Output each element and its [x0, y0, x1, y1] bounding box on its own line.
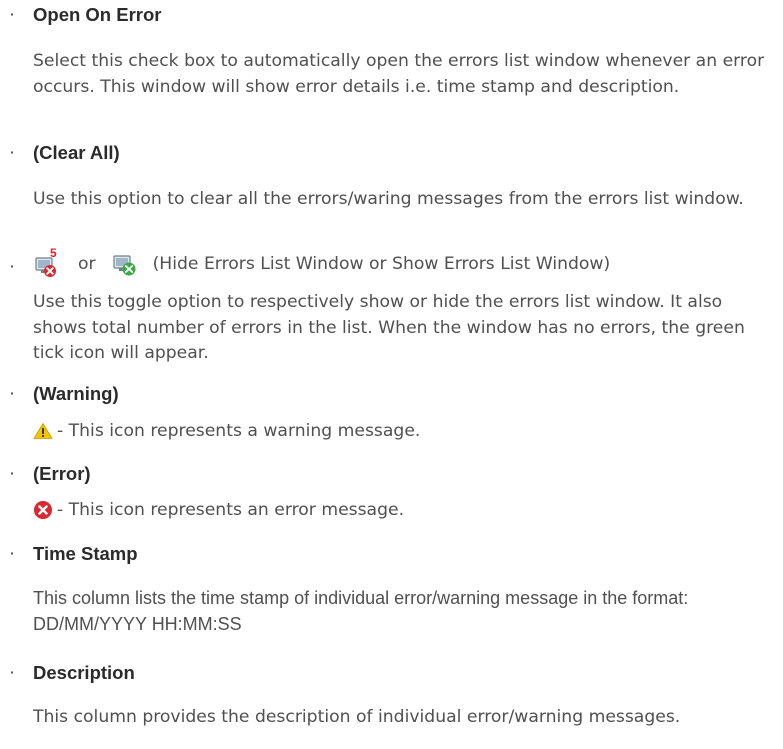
error-icon	[34, 501, 52, 519]
item-heading-open-on-error: Open On Error	[33, 4, 162, 25]
item-body-description: This column provides the description of …	[33, 707, 681, 727]
item-body-toggle: Use this toggle option to respectively s…	[33, 292, 745, 363]
bullet: ·	[9, 663, 15, 682]
toggle-icons-line: 5 or (Hide Errors List Window or Show Er…	[33, 246, 611, 280]
bullet: ·	[9, 544, 15, 563]
item-body-time-stamp: This column lists the time stamp of indi…	[33, 588, 689, 634]
error-description: - This icon represents an error message.	[57, 500, 405, 520]
bullet: ·	[9, 5, 15, 24]
item-body-open-on-error: Select this check box to automatically o…	[33, 51, 765, 97]
help-page: · Open On Error Select this check box to…	[0, 0, 783, 749]
warning-icon	[33, 423, 53, 439]
toggle-label: (Hide Errors List Window or Show Errors …	[152, 254, 611, 274]
warning-line: - This icon represents a warning message…	[33, 418, 420, 444]
bullet: ·	[9, 143, 15, 162]
bullet: ·	[9, 384, 15, 403]
item-heading-description: Description	[33, 662, 135, 683]
or-text: or	[78, 254, 96, 274]
item-heading-time-stamp: Time Stamp	[33, 543, 138, 564]
errors-list-no-errors-icon	[112, 251, 138, 277]
error-count-badge: 5	[50, 246, 57, 260]
item-heading-clear-all: (Clear All)	[33, 142, 120, 163]
bullet: ·	[9, 464, 15, 483]
item-body-clear-all: Use this option to clear all the errors/…	[33, 189, 744, 209]
errors-list-with-count-icon: 5	[33, 246, 61, 279]
error-line: - This icon represents an error message.	[33, 497, 404, 523]
item-heading-warning: (Warning)	[33, 383, 119, 404]
bullet: ·	[9, 257, 15, 276]
item-heading-error: (Error)	[33, 463, 91, 484]
warning-description: - This icon represents a warning message…	[57, 421, 421, 441]
